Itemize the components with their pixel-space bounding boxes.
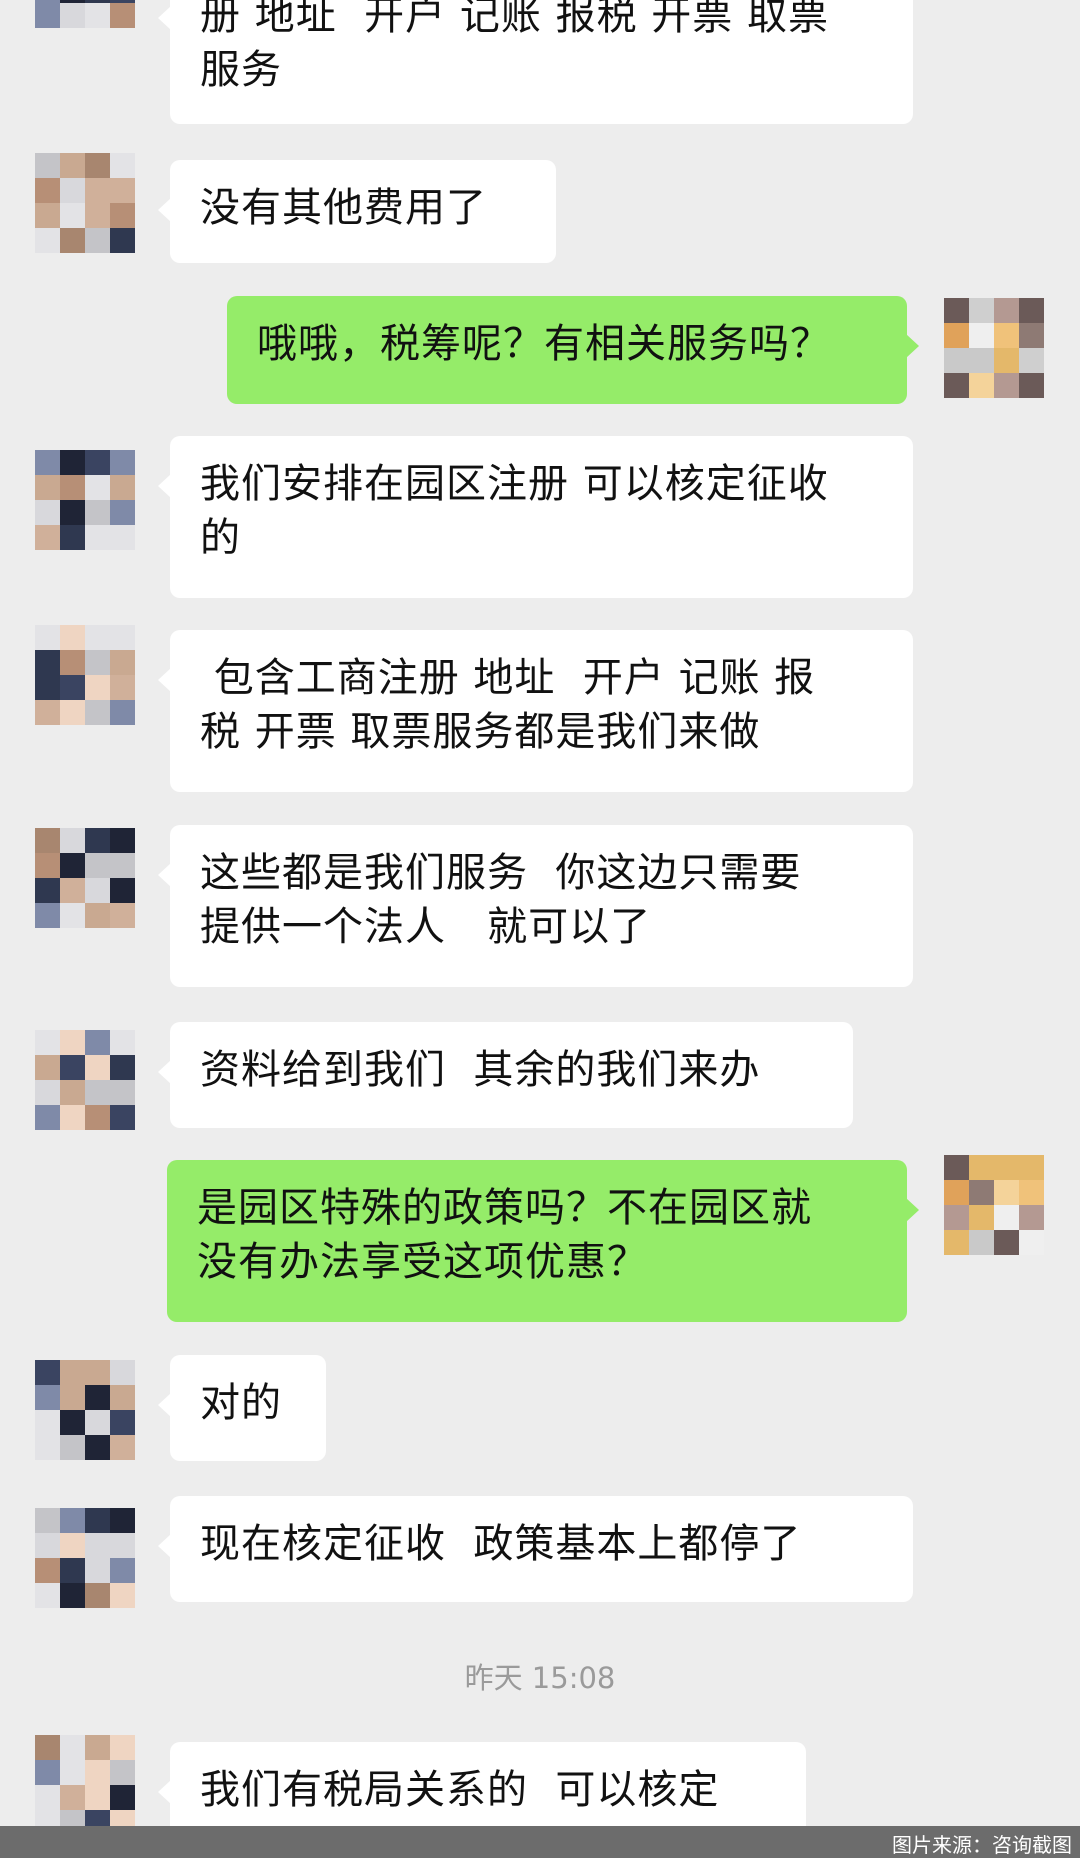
contact-avatar[interactable]	[35, 0, 135, 28]
my-avatar[interactable]	[944, 1155, 1044, 1255]
contact-avatar[interactable]	[35, 625, 135, 725]
contact-avatar[interactable]	[35, 1360, 135, 1460]
message-bubble-incoming[interactable]: 资料给到我们 其余的我们来办	[158, 1022, 853, 1128]
message-bubble-outgoing[interactable]: 哦哦，税筹呢？有相关服务吗？	[227, 296, 919, 404]
contact-avatar[interactable]	[35, 828, 135, 928]
message-bubble-outgoing[interactable]: 是园区特殊的政策吗？不在园区就 没有办法享受这项优惠？	[167, 1160, 919, 1322]
message-bubble-incoming[interactable]: 包含工商注册 地址 开户 记账 报 税 开票 取票服务都是我们来做	[158, 630, 913, 792]
contact-avatar[interactable]	[35, 1735, 135, 1835]
message-bubble-incoming[interactable]: 没有其他费用了	[158, 160, 556, 263]
message-bubble-incoming[interactable]: 对的	[158, 1355, 326, 1461]
contact-avatar[interactable]	[35, 1030, 135, 1130]
contact-avatar[interactable]	[35, 450, 135, 550]
watermark-bar: 图片来源：咨询截图	[0, 1826, 1080, 1858]
chat-history: 册 地址 开户 记账 报税 开票 取票 服务 没有其他费用了 哦哦，税筹呢？有相…	[0, 0, 1080, 1858]
contact-avatar[interactable]	[35, 153, 135, 253]
my-avatar[interactable]	[944, 298, 1044, 398]
message-bubble-incoming[interactable]: 我们安排在园区注册 可以核定征收 的	[158, 436, 913, 598]
message-bubble-incoming[interactable]: 现在核定征收 政策基本上都停了	[158, 1496, 913, 1602]
message-bubble-incoming[interactable]: 这些都是我们服务 你这边只需要 提供一个法人 就可以了	[158, 825, 913, 987]
contact-avatar[interactable]	[35, 1508, 135, 1608]
message-bubble-incoming[interactable]: 册 地址 开户 记账 报税 开票 取票 服务	[158, 0, 913, 124]
image-source-caption: 图片来源：咨询截图	[892, 1833, 1072, 1857]
message-timestamp: 昨天 15:08	[464, 1661, 616, 1695]
